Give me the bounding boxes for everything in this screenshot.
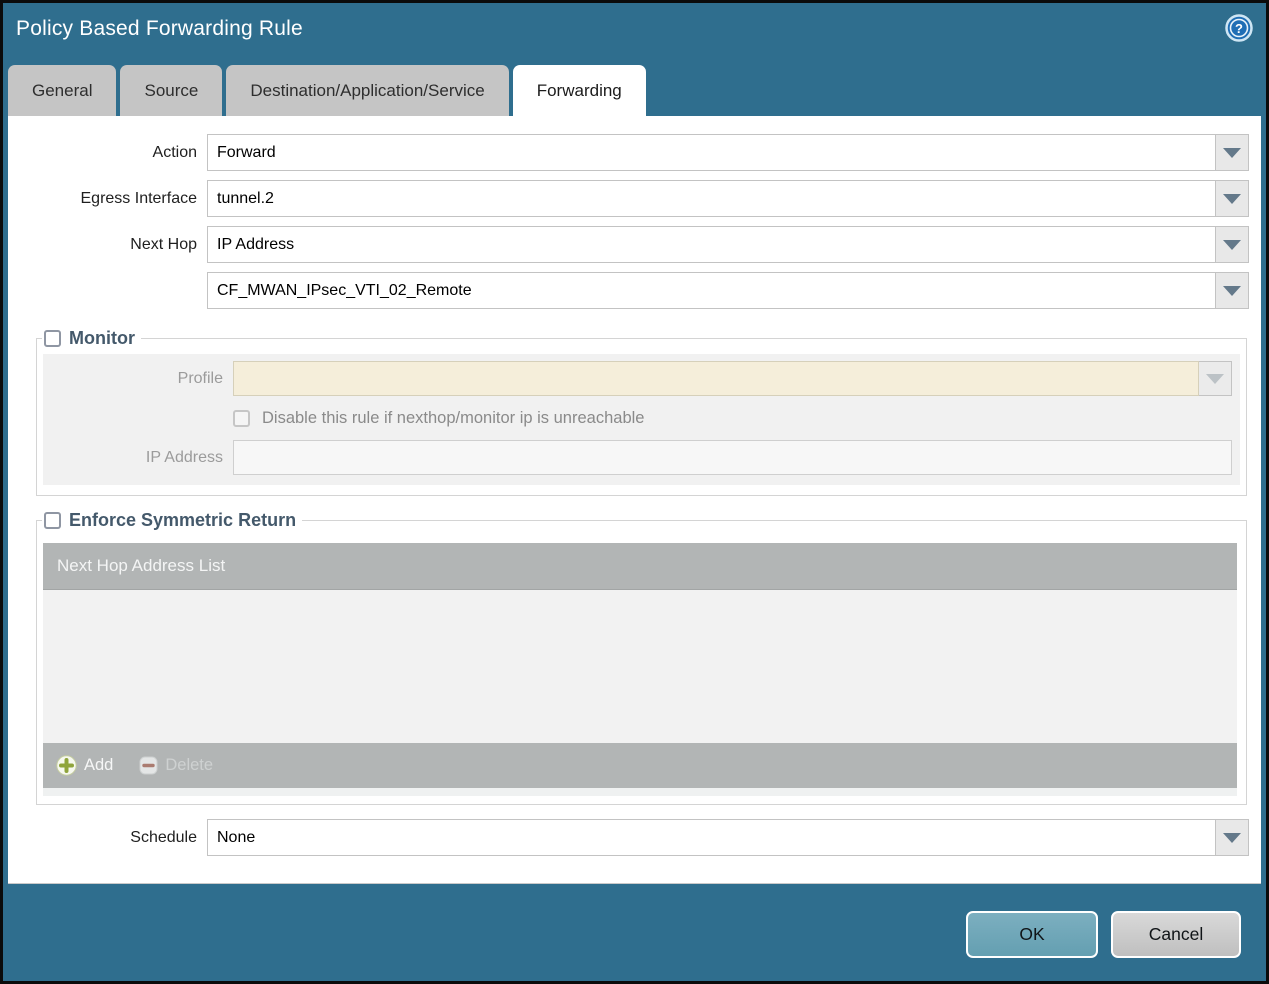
ok-button[interactable]: OK	[966, 911, 1098, 958]
dialog-title: Policy Based Forwarding Rule	[16, 17, 303, 40]
next-hop-address-dropdown-button[interactable]	[1216, 272, 1249, 309]
tab-bar: General Source Destination/Application/S…	[8, 65, 650, 116]
action-label: Action	[152, 143, 197, 161]
egress-interface-label: Egress Interface	[80, 189, 198, 207]
symmetric-return-legend: Enforce Symmetric Return	[42, 510, 302, 531]
ip-address-label: IP Address	[145, 448, 223, 466]
next-hop-address-select[interactable]: CF_MWAN_IPsec_VTI_02_Remote	[207, 272, 1216, 309]
minus-icon	[139, 756, 158, 775]
chevron-down-icon	[1223, 285, 1241, 296]
svg-text:?: ?	[1235, 21, 1243, 36]
monitor-ip-address-row: IP Address	[43, 440, 1240, 475]
schedule-label: Schedule	[130, 828, 197, 846]
profile-dropdown-button	[1199, 361, 1232, 396]
profile-select	[233, 361, 1199, 396]
schedule-select[interactable]: None	[207, 819, 1216, 856]
monitor-title: Monitor	[69, 328, 135, 348]
action-dropdown-button[interactable]	[1216, 134, 1249, 171]
chevron-down-icon	[1223, 832, 1241, 843]
dialog-action-buttons: OK Cancel	[966, 911, 1241, 958]
action-select[interactable]: Forward	[207, 134, 1216, 171]
dialog-titlebar: Policy Based Forwarding Rule ?	[3, 3, 1266, 65]
chevron-down-icon	[1206, 373, 1224, 384]
chevron-down-icon	[1223, 193, 1241, 204]
next-hop-type-select[interactable]: IP Address	[207, 226, 1216, 263]
tab-destination-application-service[interactable]: Destination/Application/Service	[226, 65, 509, 116]
tab-content-forwarding: Action Forward Egress Interface tunnel.2…	[8, 116, 1261, 884]
chevron-down-icon	[1223, 147, 1241, 158]
next-hop-label: Next Hop	[130, 235, 197, 253]
action-row: Action Forward	[8, 134, 1261, 171]
table-scroll-strip	[43, 788, 1237, 796]
next-hop-dropdown-button[interactable]	[1216, 226, 1249, 263]
delete-button: Delete	[139, 756, 213, 775]
disable-rule-row: Disable this rule if nexthop/monitor ip …	[233, 409, 1240, 428]
help-icon[interactable]: ?	[1225, 14, 1253, 42]
symmetric-return-fieldset: Enforce Symmetric Return Next Hop Addres…	[36, 510, 1247, 805]
symmetric-return-title: Enforce Symmetric Return	[69, 510, 297, 530]
schedule-dropdown-button[interactable]	[1216, 819, 1249, 856]
monitor-legend: Monitor	[42, 328, 141, 349]
chevron-down-icon	[1223, 239, 1241, 250]
delete-button-label: Delete	[165, 756, 214, 774]
tab-source[interactable]: Source	[120, 65, 223, 116]
disable-rule-label: Disable this rule if nexthop/monitor ip …	[262, 409, 645, 427]
next-hop-address-list-header: Next Hop Address List	[43, 543, 1237, 590]
next-hop-address-list-footer: Add Delete	[43, 743, 1237, 788]
next-hop-row: Next Hop IP Address	[8, 226, 1261, 263]
plus-icon	[56, 755, 77, 776]
next-hop-address-table: Next Hop Address List Add Delete	[43, 543, 1237, 796]
tab-general[interactable]: General	[8, 65, 117, 116]
next-hop-address-list-body[interactable]	[43, 590, 1237, 743]
tab-forwarding[interactable]: Forwarding	[512, 65, 646, 116]
egress-interface-row: Egress Interface tunnel.2	[8, 180, 1261, 217]
add-button[interactable]: Add	[56, 755, 113, 776]
profile-label: Profile	[177, 369, 223, 387]
disable-rule-checkbox	[233, 410, 250, 427]
monitor-panel: Profile Disable this rule if nexthop/mon…	[43, 354, 1240, 485]
cancel-button[interactable]: Cancel	[1111, 911, 1241, 958]
schedule-row: Schedule None	[8, 819, 1261, 856]
ip-address-input	[233, 440, 1232, 475]
egress-interface-select[interactable]: tunnel.2	[207, 180, 1216, 217]
monitor-checkbox[interactable]	[44, 330, 61, 347]
egress-interface-dropdown-button[interactable]	[1216, 180, 1249, 217]
monitor-profile-row: Profile	[43, 361, 1240, 396]
policy-based-forwarding-dialog: Policy Based Forwarding Rule ? General S…	[0, 0, 1269, 984]
monitor-fieldset: Monitor Profile Disable this rule if nex…	[36, 328, 1247, 496]
symmetric-return-checkbox[interactable]	[44, 512, 61, 529]
next-hop-address-row: CF_MWAN_IPsec_VTI_02_Remote	[8, 272, 1261, 309]
add-button-label: Add	[84, 756, 114, 774]
